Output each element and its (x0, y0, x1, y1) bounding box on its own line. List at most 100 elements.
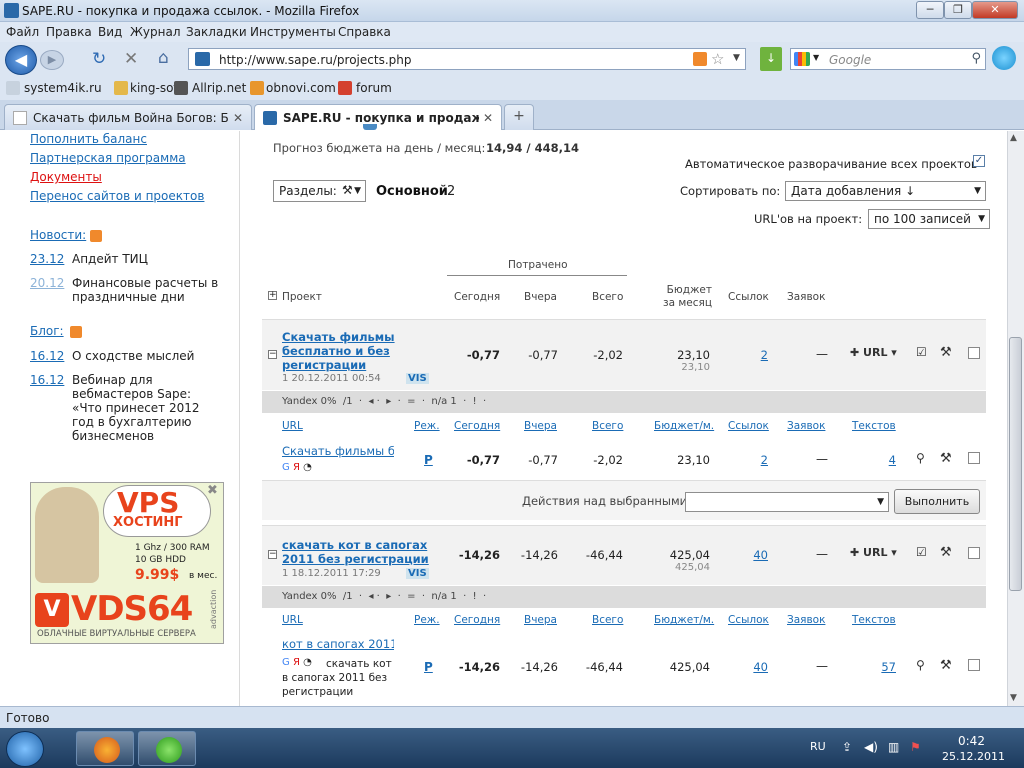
search-box[interactable]: ▼ Google ⚲ (790, 48, 986, 70)
sidebar-link-partner[interactable]: Партнерская программа (30, 151, 186, 165)
sidebar-link-balance[interactable]: Пополнить баланс (30, 132, 147, 146)
minimize-button[interactable]: ─ (916, 1, 944, 19)
news-title[interactable]: Новости: (30, 228, 86, 242)
magnifier-icon[interactable]: ⚲ (916, 451, 925, 465)
settings-wrench-icon[interactable]: ⚒ (940, 658, 952, 673)
sub-col-links[interactable]: Ссылок (728, 420, 769, 432)
sub-col-texts[interactable]: Текстов (852, 420, 896, 432)
menu-file[interactable]: Файл (6, 25, 39, 39)
project-title[interactable]: скачать кот в сапогах 2011 без регистрац… (282, 538, 432, 566)
project-title[interactable]: Скачать фильмы бесплатно и без регистрац… (282, 330, 402, 372)
stop-icon[interactable]: ✕ (124, 49, 138, 69)
checklist-icon[interactable]: ☑ (916, 545, 927, 559)
address-bar[interactable]: http://www.sape.ru/projects.php ☆ ▼ (188, 48, 746, 70)
col-budget[interactable]: Бюджет за месяц (660, 284, 712, 310)
rss-feed-icon[interactable] (693, 52, 707, 66)
blog-date[interactable]: 16.12 (30, 373, 64, 387)
sub-col-total[interactable]: Всего (592, 614, 623, 626)
home-icon[interactable]: ⌂ (158, 48, 169, 68)
bookmark-star-icon[interactable]: ☆ (711, 50, 724, 68)
sections-dropdown[interactable]: Разделы: ⚒ ▼ (273, 180, 366, 202)
project-checkbox[interactable] (968, 347, 980, 359)
settings-wrench-icon[interactable]: ⚒ (940, 545, 952, 560)
checklist-icon[interactable]: ☑ (916, 345, 927, 359)
url-links[interactable]: 40 (740, 660, 768, 674)
google-engine-icon[interactable] (794, 52, 810, 66)
news-date[interactable]: 20.12 (30, 276, 64, 290)
network-icon[interactable]: ▥ (888, 740, 899, 754)
blog-rss-icon[interactable] (70, 326, 82, 338)
magnifier-icon[interactable]: ⚲ (916, 658, 925, 672)
close-tab-icon[interactable]: ✕ (233, 111, 243, 125)
search-placeholder[interactable]: Google (829, 53, 871, 67)
sub-col-budget[interactable]: Бюджет/м. (654, 420, 714, 432)
news-date[interactable]: 23.12 (30, 252, 64, 266)
actions-select[interactable]: ▼ (685, 492, 889, 512)
project-checkbox[interactable] (968, 547, 980, 559)
url-link[interactable]: Скачать фильмы б (282, 444, 394, 458)
sub-col-url[interactable]: URL (282, 420, 303, 432)
search-icon[interactable]: ⚲ (971, 51, 981, 66)
url-texts[interactable]: 57 (870, 660, 896, 674)
sub-col-yesterday[interactable]: Вчера (524, 420, 557, 432)
new-tab-button[interactable]: + (504, 104, 534, 130)
col-links[interactable]: Ссылок (728, 291, 769, 303)
blog-title[interactable]: Блог: (30, 324, 64, 338)
col-project[interactable]: Проект (282, 291, 322, 303)
volume-icon[interactable]: ◀) (864, 740, 878, 754)
collapse-icon[interactable]: − (268, 350, 277, 359)
scroll-up-icon[interactable]: ▲ (1010, 133, 1017, 143)
start-button-icon[interactable] (6, 731, 44, 767)
close-tab-icon[interactable]: ✕ (483, 111, 493, 125)
engine-dropdown-icon[interactable]: ▼ (813, 53, 819, 62)
skype-icon[interactable] (992, 46, 1016, 70)
tab-sape[interactable]: SAPE.RU - покупка и продажа сс... ✕ (254, 104, 502, 130)
taskbar-icq[interactable] (138, 731, 196, 766)
settings-wrench-icon[interactable]: ⚒ (940, 451, 952, 466)
menu-edit[interactable]: Правка (46, 25, 92, 39)
vis-badge[interactable]: VIS (406, 373, 429, 384)
url-links[interactable]: 2 (740, 453, 768, 467)
settings-wrench-icon[interactable]: ⚒ (940, 345, 952, 360)
auto-expand-checkbox[interactable]: ✓ (973, 155, 985, 167)
execute-button[interactable]: Выполнить (894, 489, 980, 514)
url-checkbox[interactable] (968, 452, 980, 464)
tab-voyna-bogov[interactable]: Скачать фильм Война Богов: Бесс... ✕ (4, 104, 252, 130)
url-dropdown-icon[interactable]: ▼ (733, 53, 740, 63)
sub-col-texts[interactable]: Текстов (852, 614, 896, 626)
sub-col-total[interactable]: Всего (592, 420, 623, 432)
bookmark-system4ik[interactable]: system4ik.ru (24, 81, 102, 95)
reload-icon[interactable]: ↻ (92, 49, 106, 69)
sub-col-mode[interactable]: Реж. (414, 614, 440, 626)
bookmark-allrip[interactable]: Allrip.net (192, 81, 246, 95)
blog-date[interactable]: 16.12 (30, 349, 64, 363)
back-icon[interactable]: ◀ (5, 45, 37, 75)
col-total[interactable]: Всего (592, 291, 623, 303)
sub-col-today[interactable]: Сегодня (454, 614, 500, 626)
clock-time[interactable]: 0:42 (958, 734, 985, 748)
taskbar-firefox[interactable] (76, 731, 134, 766)
sub-col-url[interactable]: URL (282, 614, 303, 626)
forward-icon[interactable]: ▶ (40, 50, 64, 70)
sub-col-requests[interactable]: Заявок (787, 420, 825, 432)
url-mode[interactable]: P (424, 660, 433, 674)
ad-close-icon[interactable]: ✖ (207, 483, 218, 498)
news-rss-icon[interactable] (90, 230, 102, 242)
language-indicator[interactable]: RU (810, 740, 826, 753)
sub-col-requests[interactable]: Заявок (787, 614, 825, 626)
maximize-button[interactable]: ❐ (944, 1, 972, 19)
bookmark-obnovi[interactable]: obnovi.com (266, 81, 336, 95)
download-icon[interactable]: ↓ (760, 47, 782, 71)
url-link[interactable]: кот в сапогах 2011 (282, 637, 394, 651)
sub-col-yesterday[interactable]: Вчера (524, 614, 557, 626)
keyboard-icon[interactable]: ⇪ (842, 740, 852, 754)
expand-all-icon[interactable]: + (268, 291, 277, 300)
col-today[interactable]: Сегодня (454, 291, 500, 303)
vis-badge[interactable]: VIS (406, 568, 429, 579)
menu-tools[interactable]: Инструменты (250, 25, 336, 39)
per-project-select[interactable]: по 100 записей ▼ (868, 209, 990, 229)
close-window-button[interactable]: ✕ (972, 1, 1018, 19)
bookmark-forum[interactable]: forum (356, 81, 392, 95)
scroll-down-icon[interactable]: ▼ (1010, 693, 1017, 703)
project-links[interactable]: 2 (740, 348, 768, 362)
